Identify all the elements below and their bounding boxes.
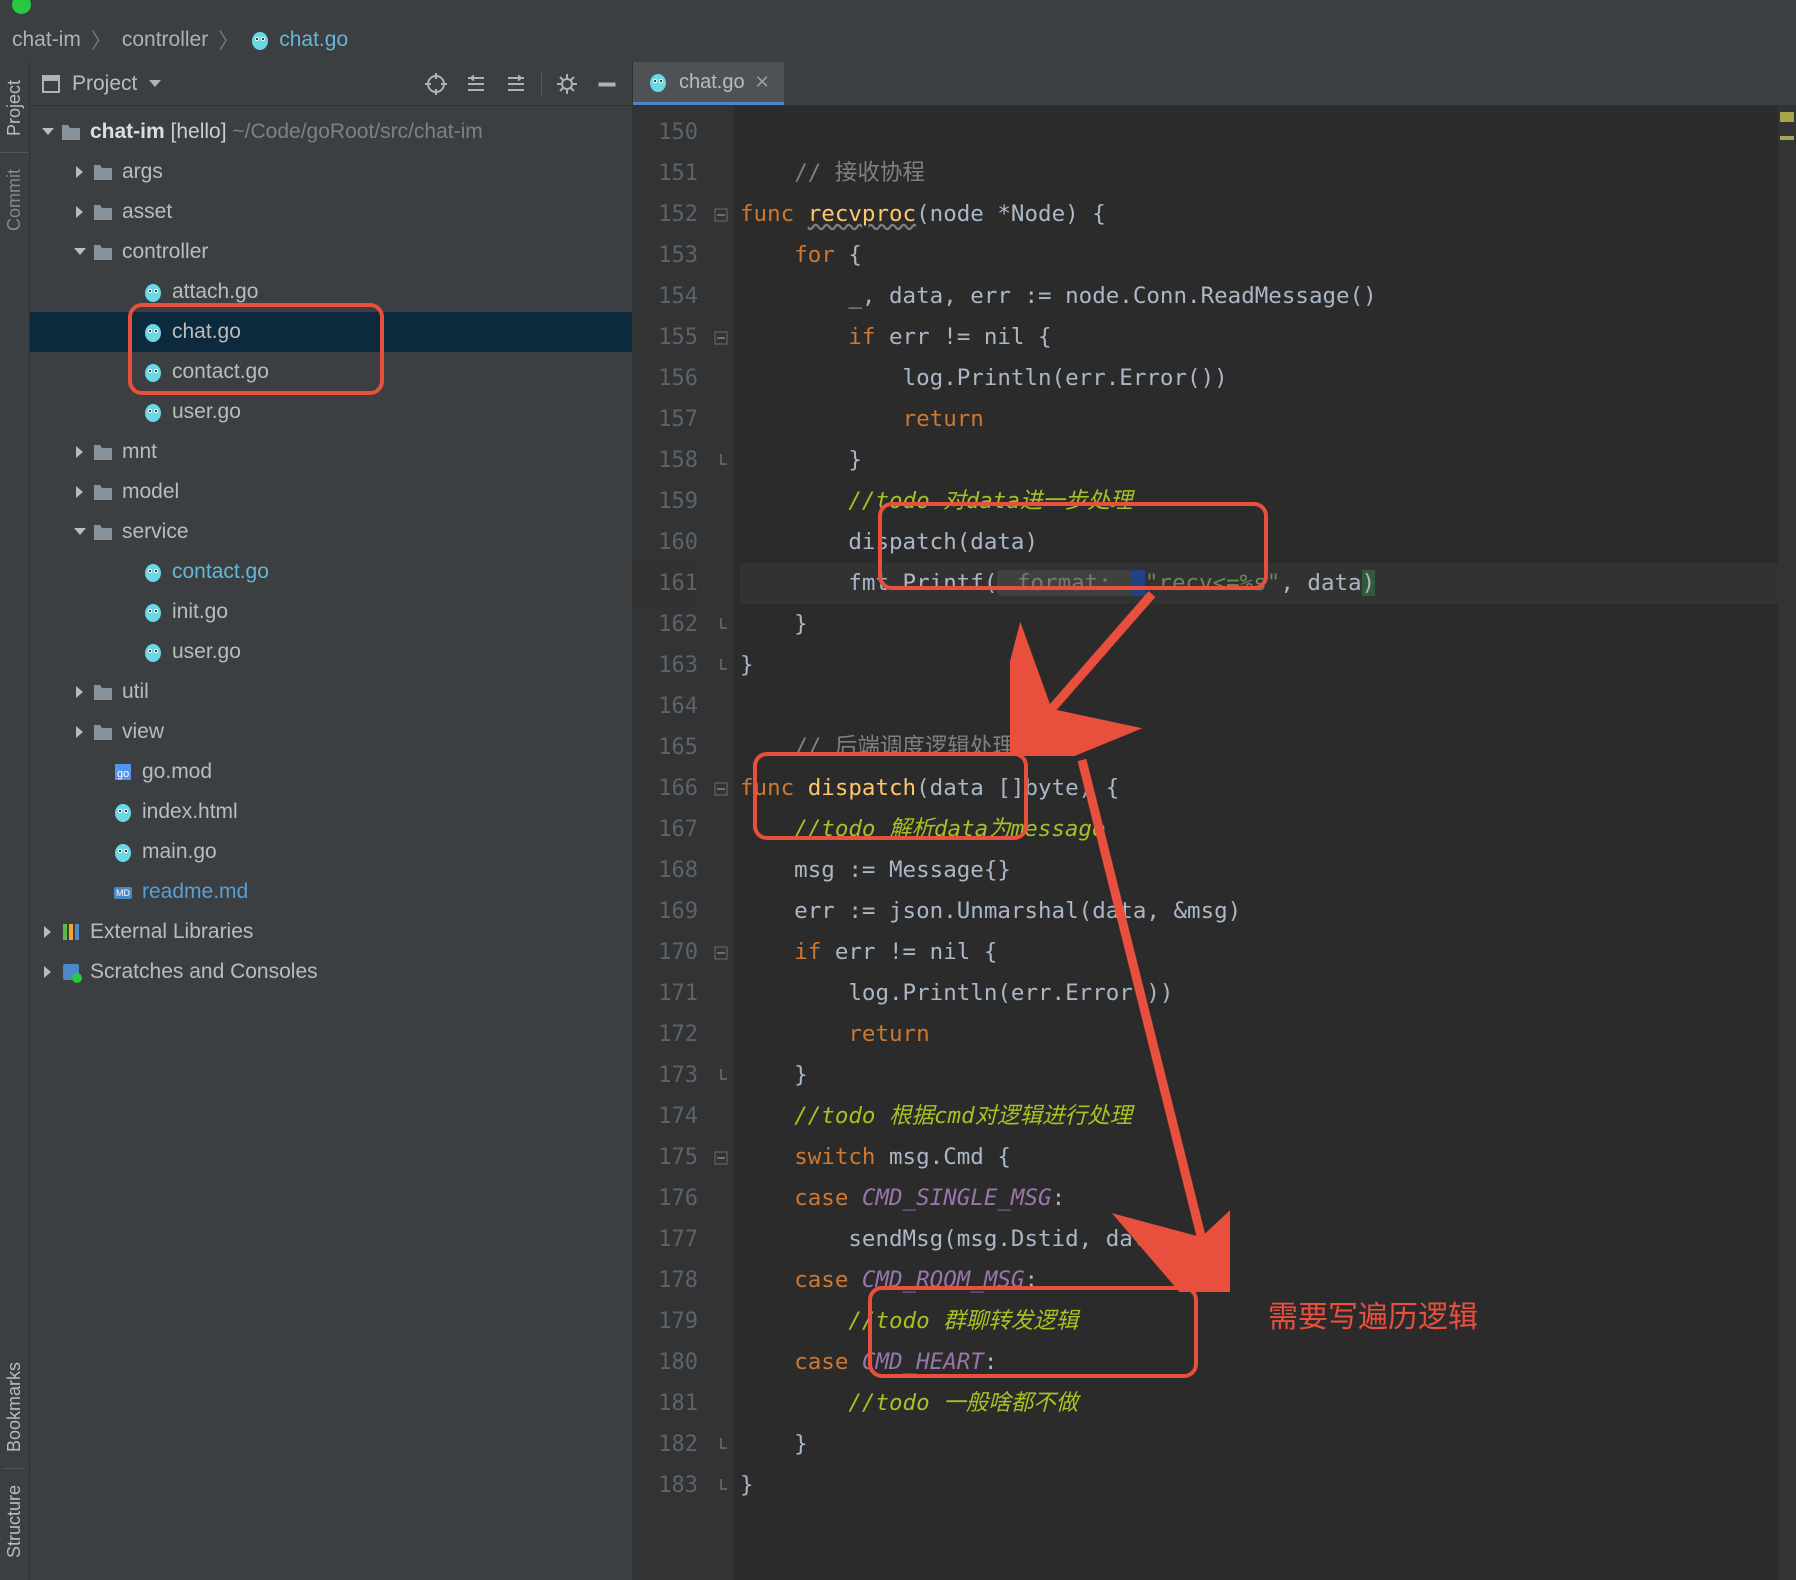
tree-item[interactable]: contact.go — [30, 552, 632, 592]
expand-all-button[interactable] — [461, 69, 491, 99]
tree-item[interactable]: view — [30, 712, 632, 752]
breadcrumb-root[interactable]: chat-im — [12, 28, 81, 52]
traffic-light-green[interactable] — [12, 0, 31, 14]
tree-external-libs[interactable]: External Libraries — [30, 912, 632, 952]
sidebar-tab-bookmarks[interactable]: Bookmarks — [4, 1362, 25, 1452]
editor-area: chat.go ✕ 150151152153154155156157158159… — [633, 62, 1796, 1580]
editor-scrollbar[interactable] — [1778, 106, 1796, 1580]
go-file-icon — [249, 29, 271, 51]
breadcrumb: chat-im 〉 controller 〉 chat.go — [0, 18, 1796, 62]
tree-scratches[interactable]: Scratches and Consoles — [30, 952, 632, 992]
tab-chat-go[interactable]: chat.go ✕ — [633, 62, 784, 105]
tree-item[interactable]: readme.md — [30, 872, 632, 912]
tree-item[interactable]: go go.mod — [30, 752, 632, 792]
editor-tabs: chat.go ✕ — [633, 62, 1796, 106]
window-titlebar — [0, 0, 1796, 18]
tree-item[interactable]: user.go — [30, 392, 632, 432]
tree-item[interactable]: args — [30, 152, 632, 192]
tree-item[interactable]: controller — [30, 232, 632, 272]
collapse-all-button[interactable] — [501, 69, 531, 99]
tree-item[interactable]: model — [30, 472, 632, 512]
tree-item[interactable]: service — [30, 512, 632, 552]
tree-item[interactable]: main.go — [30, 832, 632, 872]
breadcrumb-folder[interactable]: controller — [122, 28, 208, 52]
go-file-icon — [647, 71, 669, 93]
sidebar-tab-commit[interactable]: Commit — [4, 169, 25, 231]
tree-item[interactable]: user.go — [30, 632, 632, 672]
tree-item[interactable]: contact.go — [30, 352, 632, 392]
breadcrumb-file[interactable]: chat.go — [279, 28, 348, 52]
project-dropdown-icon[interactable] — [147, 78, 163, 90]
close-tab-icon[interactable]: ✕ — [755, 72, 770, 93]
tree-item[interactable]: util — [30, 672, 632, 712]
fold-gutter[interactable] — [708, 106, 734, 1580]
annotation-text: 需要写遍历逻辑 — [1268, 1292, 1478, 1336]
tree-item[interactable]: attach.go — [30, 272, 632, 312]
breadcrumb-sep-icon: 〉 — [91, 25, 112, 55]
sidebar-tab-project[interactable]: Project — [4, 80, 25, 136]
tree-item[interactable]: init.go — [30, 592, 632, 632]
line-number-gutter: 1501511521531541551561571581591601611621… — [633, 106, 708, 1580]
tree-item-chat-go[interactable]: chat.go — [30, 312, 632, 352]
sidebar-tab-structure[interactable]: Structure — [4, 1485, 25, 1558]
breadcrumb-sep-icon: 〉 — [218, 25, 239, 55]
tree-item[interactable]: asset — [30, 192, 632, 232]
project-tool-window: Project chat-im [hello] ~/Code/goRoot/sr… — [30, 62, 633, 1580]
settings-button[interactable] — [552, 69, 582, 99]
tree-item[interactable]: index.html — [30, 792, 632, 832]
project-tree[interactable]: chat-im [hello] ~/Code/goRoot/src/chat-i… — [30, 106, 632, 1580]
tree-item[interactable]: mnt — [30, 432, 632, 472]
hide-button[interactable] — [592, 69, 622, 99]
tree-root[interactable]: chat-im [hello] ~/Code/goRoot/src/chat-i… — [30, 112, 632, 152]
left-tool-strip: Project Commit Bookmarks Structure — [0, 62, 30, 1580]
tab-label: chat.go — [679, 71, 745, 94]
project-panel-title[interactable]: Project — [72, 72, 137, 96]
svg-text:go: go — [117, 768, 129, 780]
project-view-icon — [40, 73, 62, 95]
code-editor[interactable]: // 接收协程func recvproc(node *Node) { for {… — [734, 106, 1796, 1580]
select-opened-file-button[interactable] — [421, 69, 451, 99]
